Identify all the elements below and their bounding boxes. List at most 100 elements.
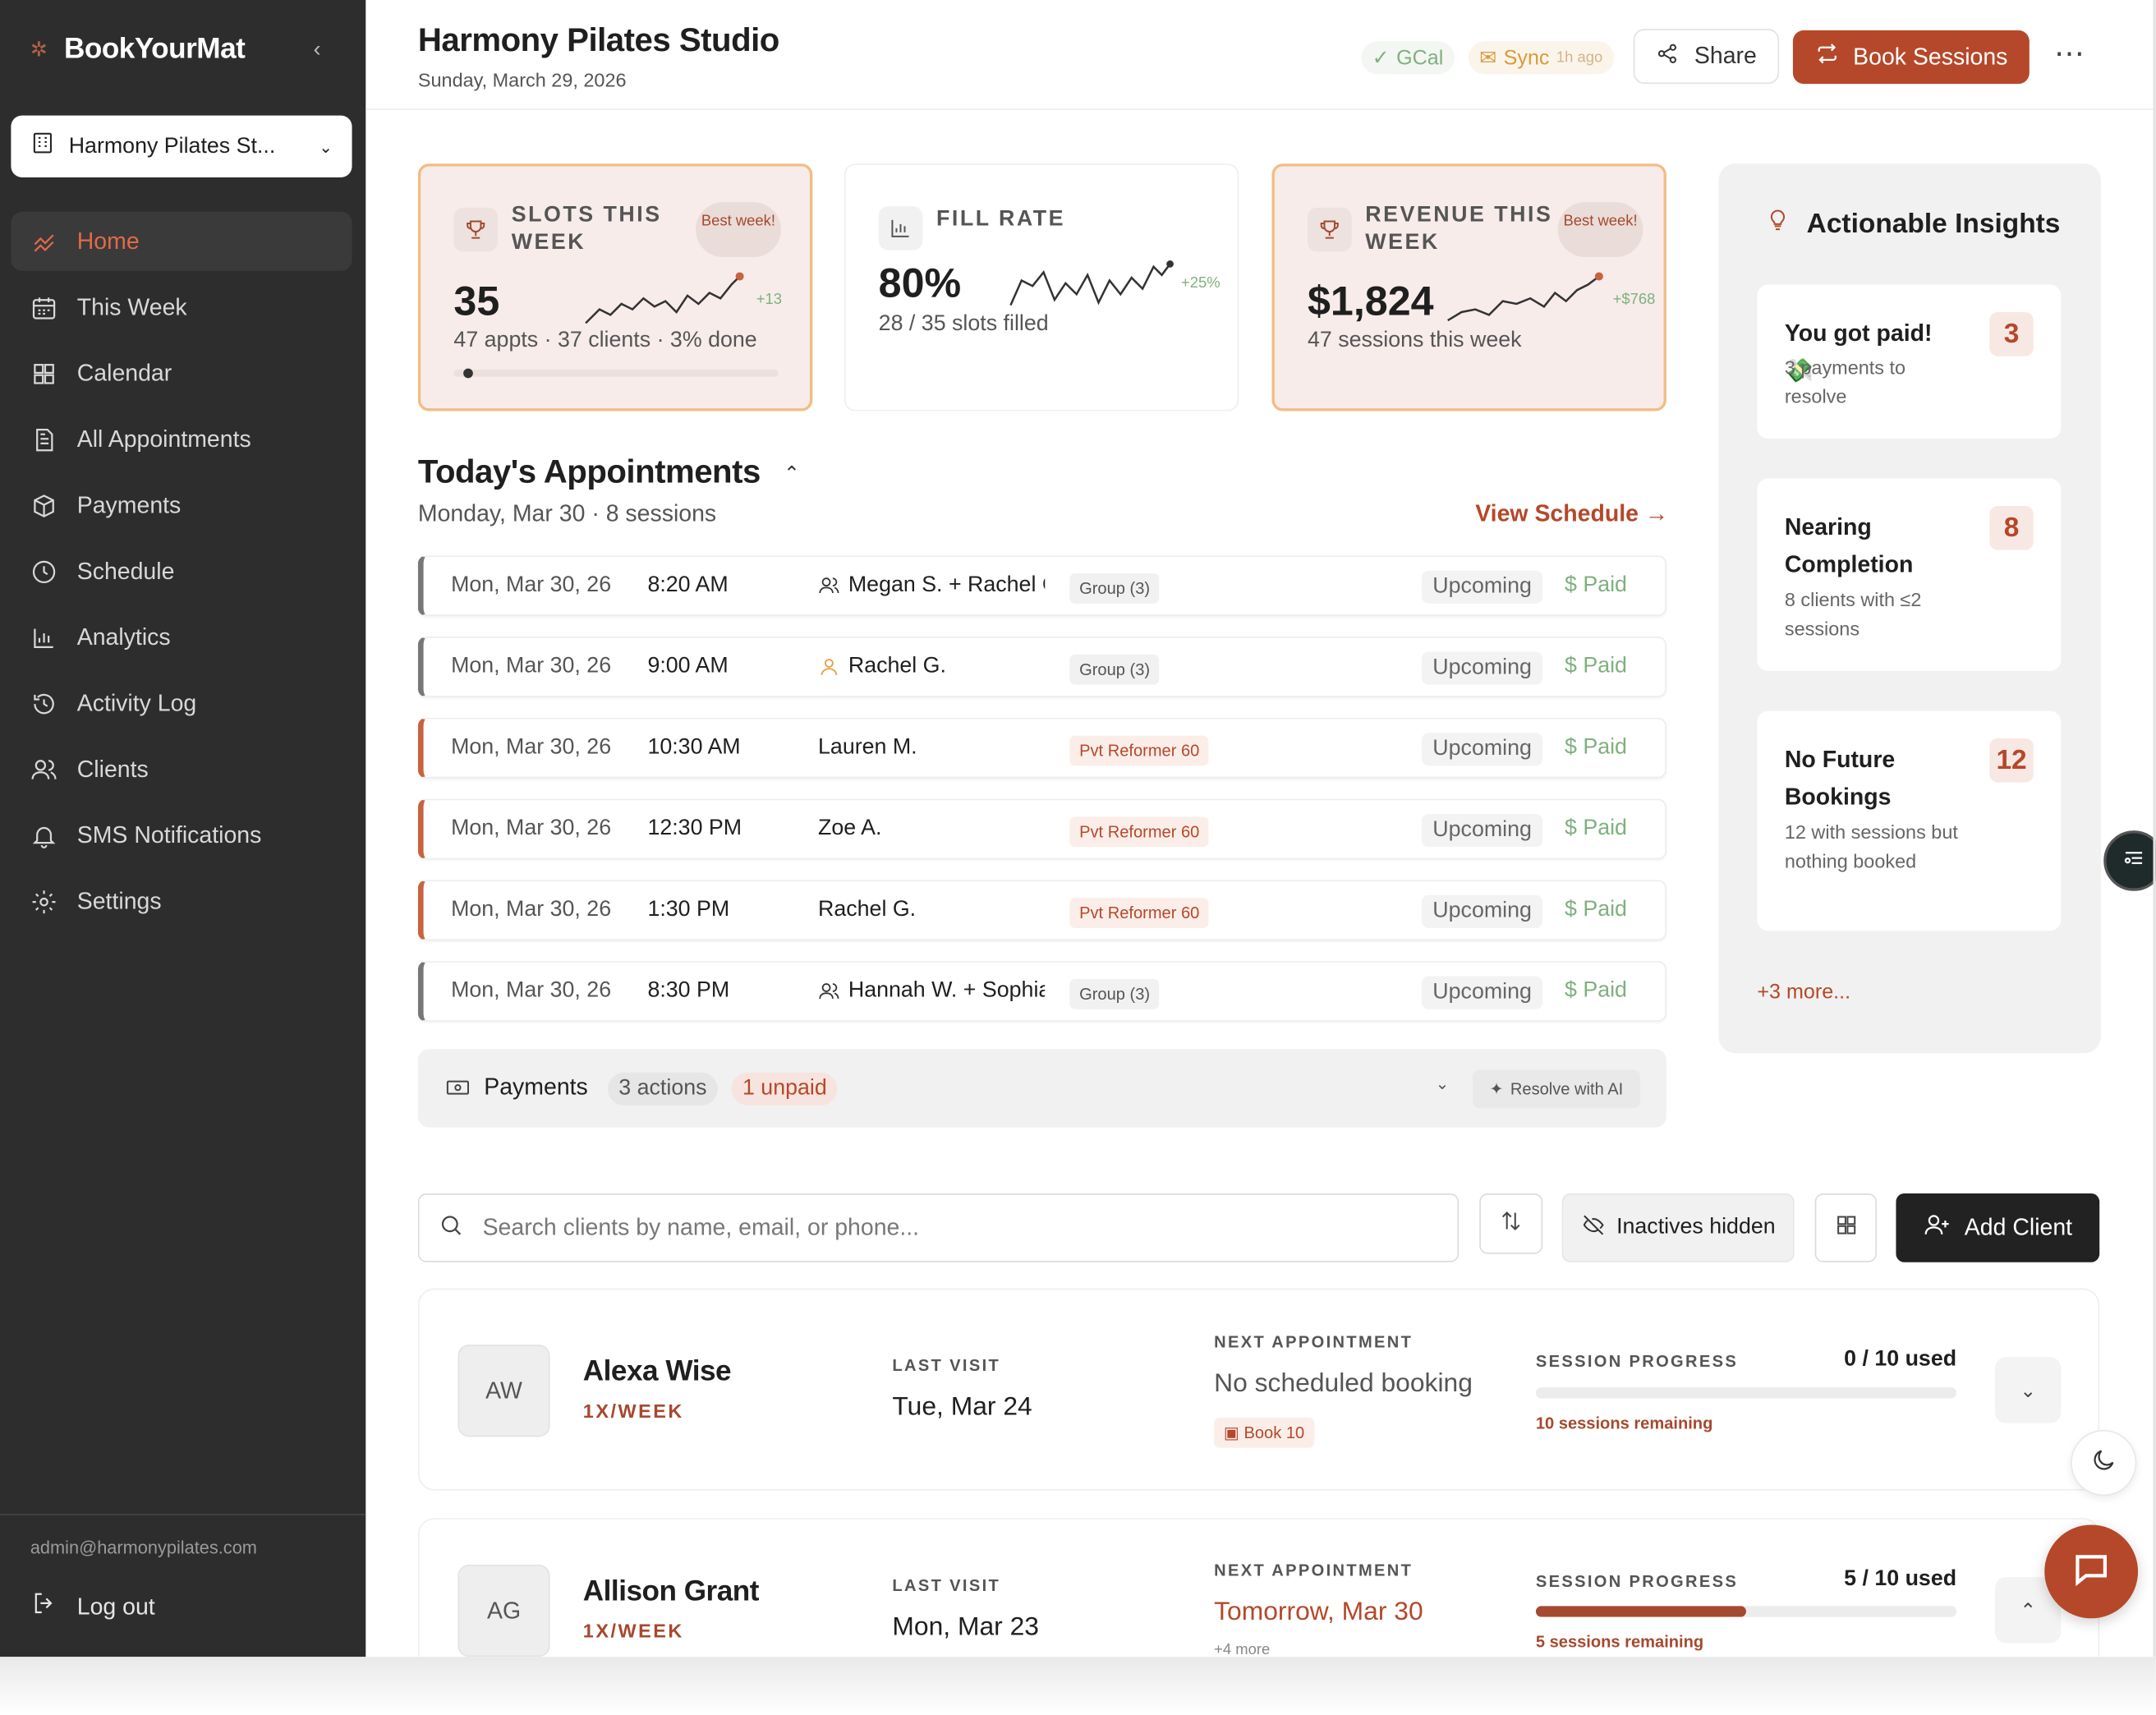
share-button[interactable]: Share — [1633, 29, 1780, 85]
appointment-row[interactable]: Mon, Mar 30, 26 1:30 PM Rachel G. Pvt Refor… — [417, 880, 1666, 941]
dollar-icon: $ — [1565, 735, 1584, 760]
search-input[interactable] — [482, 1214, 1418, 1242]
client-card[interactable]: AW Alexa Wise 1X/WEEK LAST VISIT Tue, Ma… — [417, 1288, 2100, 1491]
sidebar-item-label: Payments — [76, 491, 182, 518]
appointment-row[interactable]: Mon, Mar 30, 26 12:30 PM Zoe A. Pvt Reforme… — [417, 798, 1666, 860]
chat-button[interactable] — [2044, 1524, 2139, 1619]
status-badge: Upcoming — [1421, 894, 1543, 928]
best-week-badge: Best week! — [696, 202, 781, 258]
book-sessions-button[interactable]: Book Sessions — [1792, 30, 2030, 85]
sidebar-item-settings[interactable]: Settings — [11, 871, 352, 931]
last-visit-label: LAST VISIT — [892, 1355, 1001, 1375]
appointment-client[interactable]: Lauren M. — [818, 736, 1045, 761]
appointment-client[interactable]: Zoe A. — [818, 816, 1045, 841]
client-name-text: Rachel G. — [848, 654, 946, 678]
resolve-with-ai-button[interactable]: ✦ Resolve with AI — [1472, 1069, 1641, 1109]
brand[interactable]: ✲ BookYourMat — [30, 33, 246, 66]
expand-button[interactable]: ⌄ — [1994, 1357, 2062, 1423]
appointment-client[interactable]: Rachel G. — [818, 655, 1045, 679]
insights-title: Actionable Insights — [1765, 205, 2060, 243]
paid-status[interactable]: $ Paid — [1565, 573, 1627, 598]
insight-card-no-future-bookings[interactable]: No Future Bookings 12 with sessions but … — [1757, 710, 2062, 931]
grid-view-button[interactable] — [1814, 1193, 1878, 1262]
sync-status-badge[interactable]: ✉ Sync 1h ago — [1468, 41, 1614, 75]
user-icon — [818, 655, 840, 678]
studio-selector[interactable]: Harmony Pilates St... ⌄ — [11, 115, 352, 177]
sidebar-item-all-appointments[interactable]: All Appointments — [11, 410, 352, 469]
appointment-row[interactable]: Mon, Mar 30, 26 9:00 AM Rachel G. Group (3)… — [417, 637, 1666, 697]
more-insights-link[interactable]: +3 more... — [1757, 981, 1850, 1004]
paid-status[interactable]: $ Paid — [1565, 655, 1627, 679]
brand-logo-icon: ✲ — [30, 38, 48, 62]
insight-title: Nearing Completion — [1784, 514, 1914, 578]
paid-status[interactable]: $ Paid — [1565, 736, 1627, 761]
sidebar-item-calendar[interactable]: Calendar — [11, 344, 352, 403]
document-icon — [30, 425, 57, 453]
appointment-row[interactable]: Mon, Mar 30, 26 10:30 AM Lauren M. Pvt Refo… — [417, 717, 1666, 779]
stat-label: SLOTS THIS WEEK — [511, 203, 662, 255]
payments-label: Payments — [484, 1074, 588, 1101]
bar-chart-icon — [30, 623, 57, 651]
stat-delta: +13 — [756, 291, 782, 308]
chevron-up-icon[interactable]: ⌃ — [784, 462, 800, 485]
theme-toggle-button[interactable] — [2071, 1429, 2137, 1497]
appointment-client[interactable]: Hannah W. + Sophia — [818, 979, 1045, 1004]
last-visit-value: Mon, Mar 23 — [892, 1612, 1039, 1642]
book-10-label: Book 10 — [1243, 1423, 1305, 1443]
sessions-used: 0 / 10 used — [1844, 1347, 1957, 1371]
more-options-icon[interactable]: ⋯ — [2054, 36, 2086, 72]
next-appointment-label: NEXT APPOINTMENT — [1214, 1560, 1414, 1580]
paid-status[interactable]: $ Paid — [1565, 898, 1627, 922]
appointment-client[interactable]: Megan S. + Rachel C — [818, 573, 1045, 598]
sidebar-item-sms-notifications[interactable]: SMS Notifications — [11, 806, 352, 865]
paid-status[interactable]: $ Paid — [1565, 816, 1627, 841]
more-appointments-link[interactable]: +4 more — [1214, 1642, 1270, 1658]
add-client-button[interactable]: Add Client — [1896, 1193, 2100, 1262]
client-search[interactable] — [417, 1193, 1460, 1262]
share-icon — [1656, 40, 1680, 72]
logout-button[interactable]: Log out — [30, 1589, 155, 1624]
users-icon — [818, 575, 840, 597]
stat-subtext: 47 sessions this week — [1307, 329, 1522, 352]
list-icon — [2122, 845, 2146, 877]
book-10-button[interactable]: ▣ Book 10 — [1214, 1417, 1314, 1448]
client-name[interactable]: Allison Grant — [583, 1575, 760, 1608]
sidebar-item-payments[interactable]: Payments — [11, 476, 352, 535]
client-name[interactable]: Alexa Wise — [583, 1356, 732, 1389]
insight-desc: 3 payments to resolve — [1784, 356, 1906, 407]
insight-card-paid[interactable]: You got paid! 💸 3 payments to resolve 3 — [1757, 284, 2062, 439]
insight-count: 8 — [1989, 506, 2034, 550]
sort-button[interactable] — [1479, 1193, 1543, 1254]
sidebar-item-analytics[interactable]: Analytics — [11, 608, 352, 667]
client-name-text: Rachel G. — [818, 898, 917, 922]
sidebar-item-this-week[interactable]: This Week — [11, 278, 352, 337]
sidebar-item-activity-log[interactable]: Activity Log — [11, 674, 352, 733]
gcal-status-badge[interactable]: ✓ GCal — [1361, 41, 1455, 75]
appointment-time: 10:30 AM — [647, 735, 741, 760]
cash-icon — [445, 1077, 470, 1099]
payments-summary-bar[interactable]: Payments 3 actions 1 unpaid ⌄ ✦ Resolve … — [417, 1049, 1666, 1128]
appointment-client[interactable]: Rachel G. — [818, 898, 1045, 922]
chevron-down-icon[interactable]: ⌄ — [1436, 1074, 1450, 1092]
search-icon — [439, 1212, 463, 1244]
appointment-row[interactable]: Mon, Mar 30, 26 8:30 PM Hannah W. + Sophia… — [417, 961, 1666, 1022]
insight-card-nearing-completion[interactable]: Nearing Completion 8 clients with ≤2 ses… — [1757, 478, 2062, 671]
paid-status[interactable]: $ Paid — [1565, 979, 1627, 1004]
appointment-time: 8:20 AM — [647, 573, 729, 597]
appointment-time: 9:00 AM — [647, 654, 729, 678]
appointment-row[interactable]: Mon, Mar 30, 26 8:20 AM Megan S. + Rachel … — [417, 555, 1666, 616]
sidebar-item-label: This Week — [76, 293, 187, 320]
paid-label: Paid — [1583, 978, 1627, 1003]
dollar-icon: $ — [1565, 898, 1584, 922]
clock-icon — [30, 558, 57, 585]
sidebar-item-schedule[interactable]: Schedule — [11, 542, 352, 601]
chevron-left-icon[interactable]: ‹ — [314, 39, 321, 63]
view-schedule-link[interactable]: View Schedule → — [1475, 500, 1668, 527]
stat-delta: +25% — [1180, 274, 1221, 292]
sidebar-item-home[interactable]: Home — [11, 211, 352, 271]
next-appointment-value[interactable]: Tomorrow, Mar 30 — [1214, 1598, 1423, 1628]
inactives-toggle-button[interactable]: Inactives hidden — [1561, 1193, 1795, 1262]
session-progress-label: SESSION PROGRESS — [1535, 1571, 1739, 1591]
sidebar-item-clients[interactable]: Clients — [11, 740, 352, 799]
side-panel-toggle[interactable] — [2103, 830, 2156, 891]
